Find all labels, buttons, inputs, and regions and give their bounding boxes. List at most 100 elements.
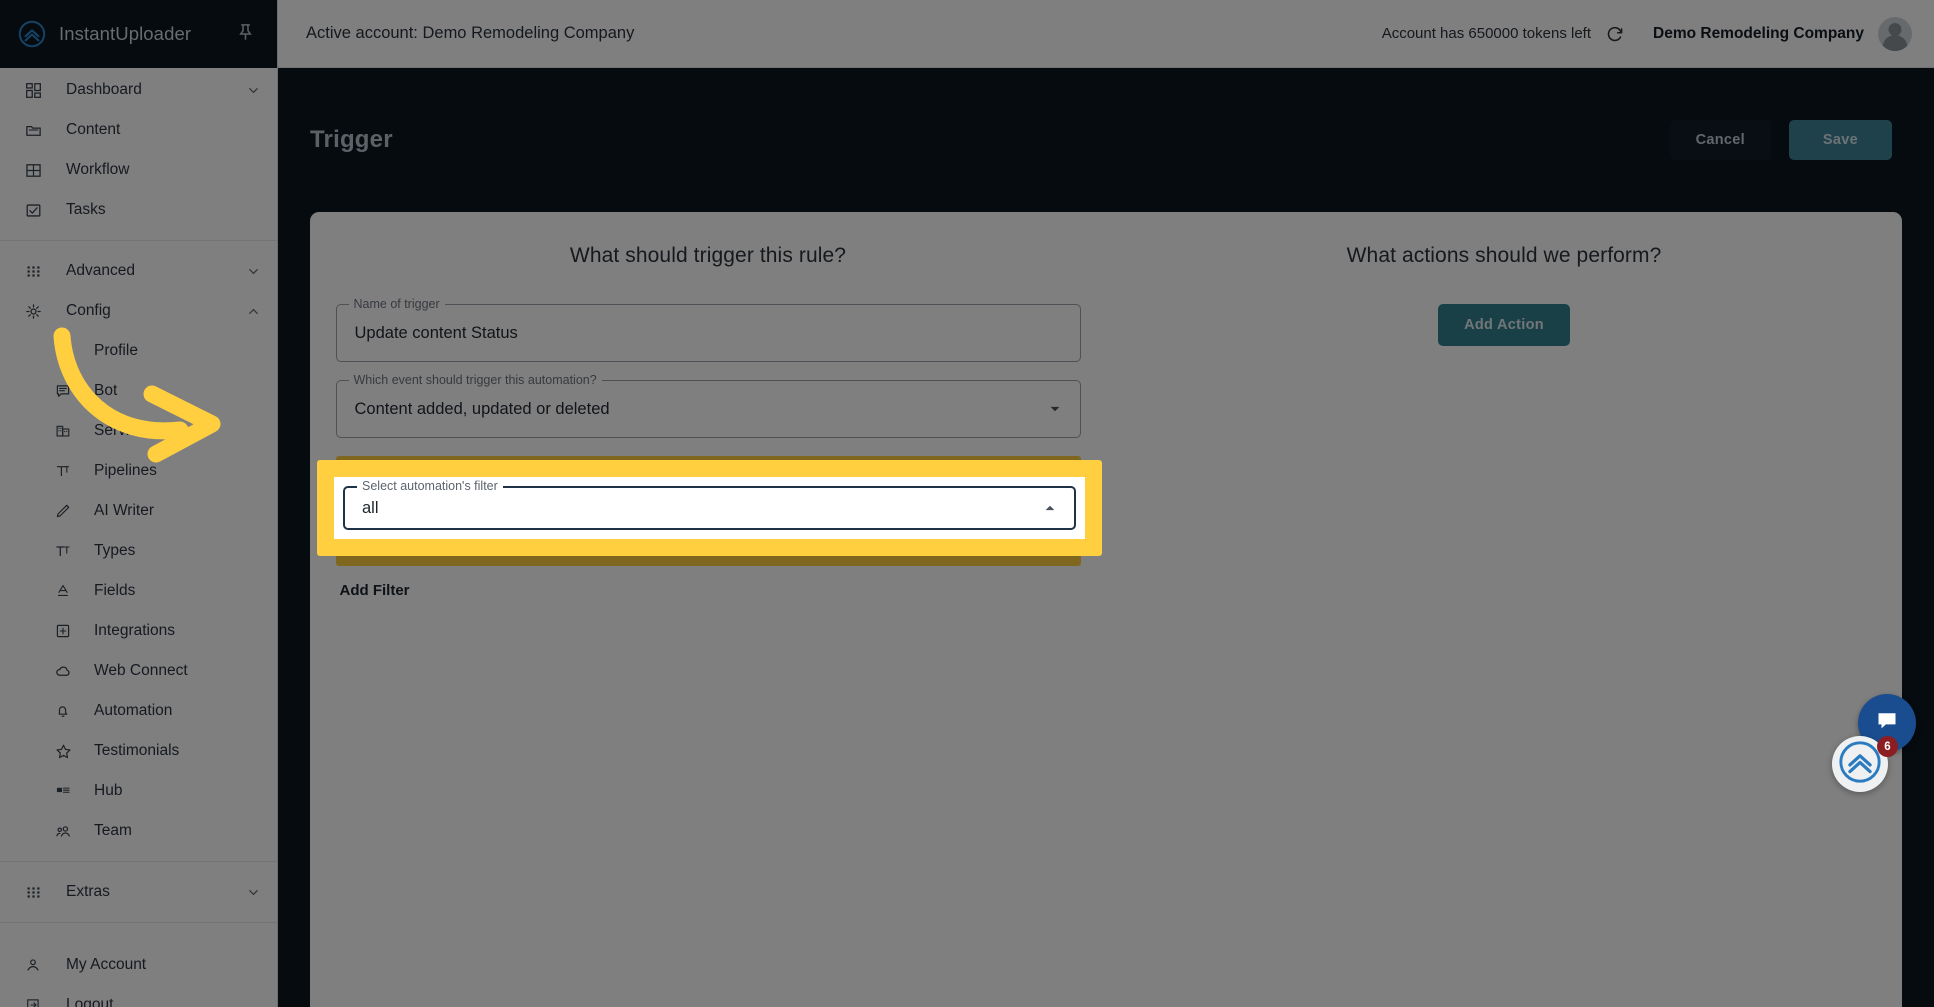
sidebar-item-content[interactable]: Content: [0, 110, 277, 150]
building-icon: [52, 420, 74, 442]
chevron-down-icon[interactable]: [246, 885, 261, 900]
sidebar-item-label: Bot: [94, 382, 118, 399]
sidebar-item-label: Fields: [94, 582, 136, 599]
sidebar-item-label: Tasks: [66, 201, 106, 218]
pencil-icon: [52, 500, 74, 522]
account-topbar: Active account: Demo Remodeling Company …: [278, 0, 1934, 68]
chevron-down-icon[interactable]: [246, 264, 261, 279]
sidebar-item-label: Config: [66, 302, 111, 319]
sidebar-item-workflow[interactable]: Workflow: [0, 150, 277, 190]
chevron-down-icon[interactable]: [1048, 402, 1062, 416]
article-icon: [52, 780, 74, 802]
sidebar-item-label: Advanced: [66, 262, 135, 279]
chevron-up-icon[interactable]: [246, 304, 261, 319]
trigger-column-title: What should trigger this rule?: [569, 244, 847, 267]
active-account-label: Active account: Demo Remodeling Company: [306, 24, 635, 42]
which-event-value: Content added, updated or deleted: [354, 399, 610, 418]
sidebar-item-dashboard[interactable]: Dashboard: [0, 70, 277, 110]
refresh-icon[interactable]: [1605, 24, 1625, 44]
chevron-down-icon[interactable]: [246, 83, 261, 98]
sidebar-item-pipelines[interactable]: Pipelines: [0, 451, 277, 491]
bell-icon: [52, 700, 74, 722]
sidebar-item-types[interactable]: Types: [0, 531, 277, 571]
page-header: Trigger Cancel Save: [278, 68, 1934, 212]
person-icon: [52, 340, 74, 362]
sidebar-item-web-connect[interactable]: Web Connect: [0, 651, 277, 691]
cloud-icon: [52, 660, 74, 682]
account-name[interactable]: Demo Remodeling Company: [1653, 25, 1864, 43]
automation-filter-spotlight: Select automation's filter all: [317, 460, 1102, 556]
sidebar-item-services[interactable]: Services: [0, 411, 277, 451]
sidebar-item-advanced[interactable]: Advanced: [0, 251, 277, 291]
table-icon: [22, 159, 44, 181]
sidebar-item-bot[interactable]: Bot: [0, 371, 277, 411]
sidebar-item-label: Integrations: [94, 622, 175, 639]
sidebar-item-label: Profile: [94, 342, 138, 359]
sidebar-item-profile[interactable]: Profile: [0, 331, 277, 371]
sidebar-item-automation[interactable]: Automation: [0, 691, 277, 731]
actions-column-title: What actions should we perform?: [1346, 244, 1662, 267]
cancel-button[interactable]: Cancel: [1669, 120, 1771, 160]
chat-lines-icon: [52, 380, 74, 402]
add-filter-button[interactable]: Add Filter: [336, 582, 1081, 599]
tokens-left-label: Account has 650000 tokens left: [1381, 25, 1591, 42]
apps-grid-icon: [22, 260, 44, 282]
sidebar-item-hub[interactable]: Hub: [0, 771, 277, 811]
name-of-trigger-label: Name of trigger: [348, 297, 445, 311]
sidebar-item-team[interactable]: Team: [0, 811, 277, 851]
brand-name: InstantUploader: [59, 23, 192, 44]
sidebar-item-label: Logout: [66, 996, 114, 1007]
add-action-button[interactable]: Add Action: [1438, 304, 1570, 346]
actions-column: What actions should we perform? Add Acti…: [1106, 212, 1902, 1007]
save-button[interactable]: Save: [1788, 120, 1892, 160]
sidebar-item-integrations[interactable]: Integrations: [0, 611, 277, 651]
which-event-label: Which event should trigger this automati…: [348, 373, 602, 387]
sidebar-divider: [0, 240, 277, 241]
people-icon: [52, 820, 74, 842]
sidebar-item-label: AI Writer: [94, 502, 154, 519]
sidebar-item-tasks[interactable]: Tasks: [0, 190, 277, 230]
sidebar-item-label: Testimonials: [94, 742, 180, 759]
sidebar-item-fields[interactable]: Fields: [0, 571, 277, 611]
sidebar-item-label: Dashboard: [66, 81, 142, 98]
sidebar-item-logout[interactable]: Logout: [0, 985, 277, 1007]
topbar-right-group: Account has 650000 tokens left Demo Remo…: [1381, 16, 1912, 51]
trigger-editor-card: What should trigger this rule? Name of t…: [310, 212, 1902, 1007]
chat-bubble-icon: [1874, 708, 1900, 739]
double-chevron-up-circle-icon: [18, 20, 46, 48]
checkbox-icon: [22, 199, 44, 221]
sidebar-item-label: Content: [66, 121, 121, 138]
sidebar-item-label: Types: [94, 542, 136, 559]
which-event-select[interactable]: Which event should trigger this automati…: [335, 373, 1081, 438]
text-size-icon: [52, 540, 74, 562]
automation-filter-value-highlighted: all: [362, 498, 379, 517]
automation-filter-select-highlighted[interactable]: Select automation's filter all: [343, 479, 1076, 530]
person-icon: [22, 954, 44, 976]
dashboard-grid-icon: [22, 79, 44, 101]
header-actions: Cancel Save: [1669, 120, 1892, 160]
sidebar-item-extras[interactable]: Extras: [0, 872, 277, 912]
star-icon: [52, 740, 74, 762]
sidebar-item-label: Workflow: [66, 161, 130, 178]
sidebar-item-my-account[interactable]: My Account: [0, 945, 277, 985]
sidebar-item-label: My Account: [66, 956, 147, 973]
page-title: Trigger: [310, 126, 393, 153]
sidebar-item-testimonials[interactable]: Testimonials: [0, 731, 277, 771]
actions-area: Add Action: [1106, 268, 1902, 346]
sidebar-item-label: Services: [94, 422, 154, 439]
sidebar-item-config[interactable]: Config: [0, 291, 277, 331]
user-avatar-icon[interactable]: [1878, 16, 1912, 51]
pin-icon[interactable]: [236, 22, 255, 46]
app-root: InstantUploader Dashboard Content Workfl…: [0, 0, 1934, 1007]
plus-box-icon: [52, 620, 74, 642]
sidebar: InstantUploader Dashboard Content Workfl…: [0, 0, 278, 1007]
folder-icon: [22, 119, 44, 141]
name-of-trigger-field[interactable]: Name of trigger Update content Status: [335, 297, 1081, 362]
apps-grid-icon: [22, 881, 44, 903]
text-format-icon: [52, 460, 74, 482]
chevron-up-icon[interactable]: [1043, 501, 1057, 515]
gear-icon: [22, 300, 44, 322]
sidebar-item-label: Hub: [94, 782, 123, 799]
sidebar-item-ai-writer[interactable]: AI Writer: [0, 491, 277, 531]
sidebar-item-label: Web Connect: [94, 662, 188, 679]
